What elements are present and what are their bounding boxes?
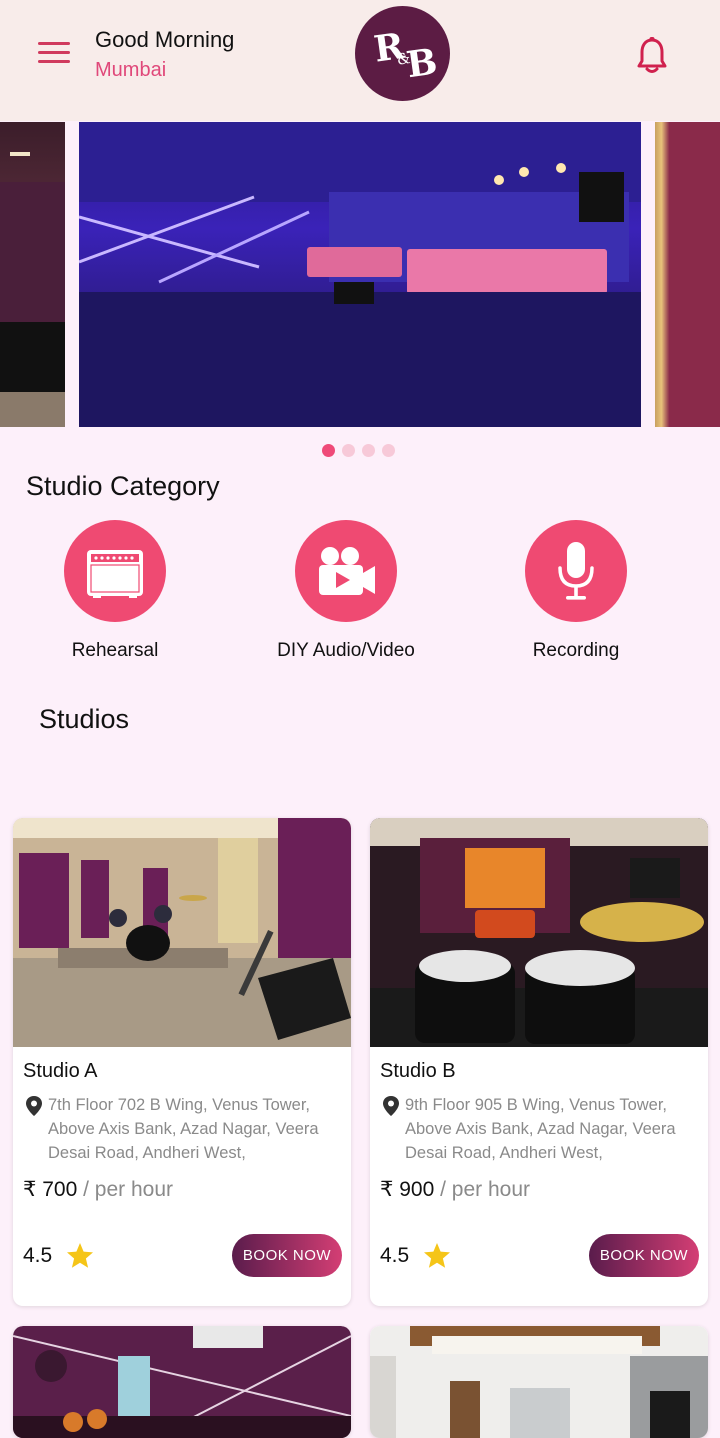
studio-c-image — [13, 1326, 351, 1438]
location-pin-icon — [25, 1096, 43, 1116]
price-unit: / per hour — [440, 1178, 530, 1201]
rating-value: 4.5 — [380, 1243, 410, 1267]
studio-image-carousel[interactable] — [0, 122, 720, 427]
studio-card-c[interactable] — [13, 1326, 351, 1438]
studio-card-d[interactable] — [370, 1326, 708, 1438]
studio-b-rating: 4.5 — [380, 1242, 451, 1269]
category-rehearsal[interactable]: Rehearsal — [10, 520, 220, 662]
studio-a-address: 7th Floor 702 B Wing, Venus Tower, Above… — [48, 1096, 319, 1162]
app-header: Good Morning Mumbai R & B — [0, 0, 720, 121]
location-pin-icon — [382, 1096, 400, 1116]
studio-d-image — [370, 1326, 708, 1438]
price-value: 700 — [42, 1178, 78, 1201]
app-logo: R & B — [355, 6, 450, 101]
star-icon — [67, 1243, 94, 1268]
carousel-dot-3[interactable] — [362, 444, 375, 457]
carousel-slide-next[interactable] — [655, 122, 720, 427]
category-recording[interactable]: Recording — [471, 520, 681, 662]
price-unit: / per hour — [83, 1178, 173, 1201]
bell-icon[interactable] — [634, 36, 670, 76]
price-value: 900 — [399, 1178, 435, 1201]
city-label[interactable]: Mumbai — [95, 59, 166, 82]
category-label-diy-audio-video: DIY Audio/Video — [277, 640, 415, 661]
studio-card-b[interactable]: Studio B 9th Floor 905 B Wing, Venus Tow… — [370, 818, 708, 1306]
amplifier-icon — [64, 520, 166, 622]
studio-a-image — [13, 818, 351, 1047]
carousel-indicator — [322, 444, 395, 457]
book-now-button[interactable]: BOOK NOW — [232, 1234, 342, 1277]
carousel-slide-active[interactable] — [79, 122, 641, 427]
currency-symbol: ₹ — [380, 1178, 394, 1201]
carousel-dot-4[interactable] — [382, 444, 395, 457]
studio-a-name: Studio A — [23, 1060, 98, 1082]
svg-text:B: B — [404, 40, 440, 86]
studio-b-address: 9th Floor 905 B Wing, Venus Tower, Above… — [405, 1096, 676, 1162]
microphone-icon — [525, 520, 627, 622]
currency-symbol: ₹ — [23, 1178, 37, 1201]
carousel-dot-2[interactable] — [342, 444, 355, 457]
studio-a-price: ₹ 700 / per hour — [23, 1177, 173, 1202]
rating-value: 4.5 — [23, 1243, 53, 1267]
studio-category-title: Studio Category — [26, 471, 220, 501]
carousel-slide-previous[interactable] — [0, 122, 65, 427]
star-icon — [424, 1243, 451, 1268]
studio-b-price: ₹ 900 / per hour — [380, 1177, 530, 1202]
category-label-recording: Recording — [532, 640, 620, 661]
studio-b-image — [370, 818, 708, 1047]
hamburger-menu-icon[interactable] — [38, 42, 72, 66]
book-now-button[interactable]: BOOK NOW — [589, 1234, 699, 1277]
category-label-rehearsal: Rehearsal — [71, 640, 159, 661]
video-camera-icon — [295, 520, 397, 622]
studios-title: Studios — [39, 704, 130, 734]
greeting-text: Good Morning — [95, 27, 235, 52]
category-diy-audio-video[interactable]: DIY Audio/Video — [241, 520, 451, 662]
studio-card-a[interactable]: Studio A 7th Floor 702 B Wing, Venus Tow… — [13, 818, 351, 1306]
carousel-dot-1[interactable] — [322, 444, 335, 457]
studio-b-name: Studio B — [380, 1060, 456, 1082]
studio-a-rating: 4.5 — [23, 1242, 94, 1269]
